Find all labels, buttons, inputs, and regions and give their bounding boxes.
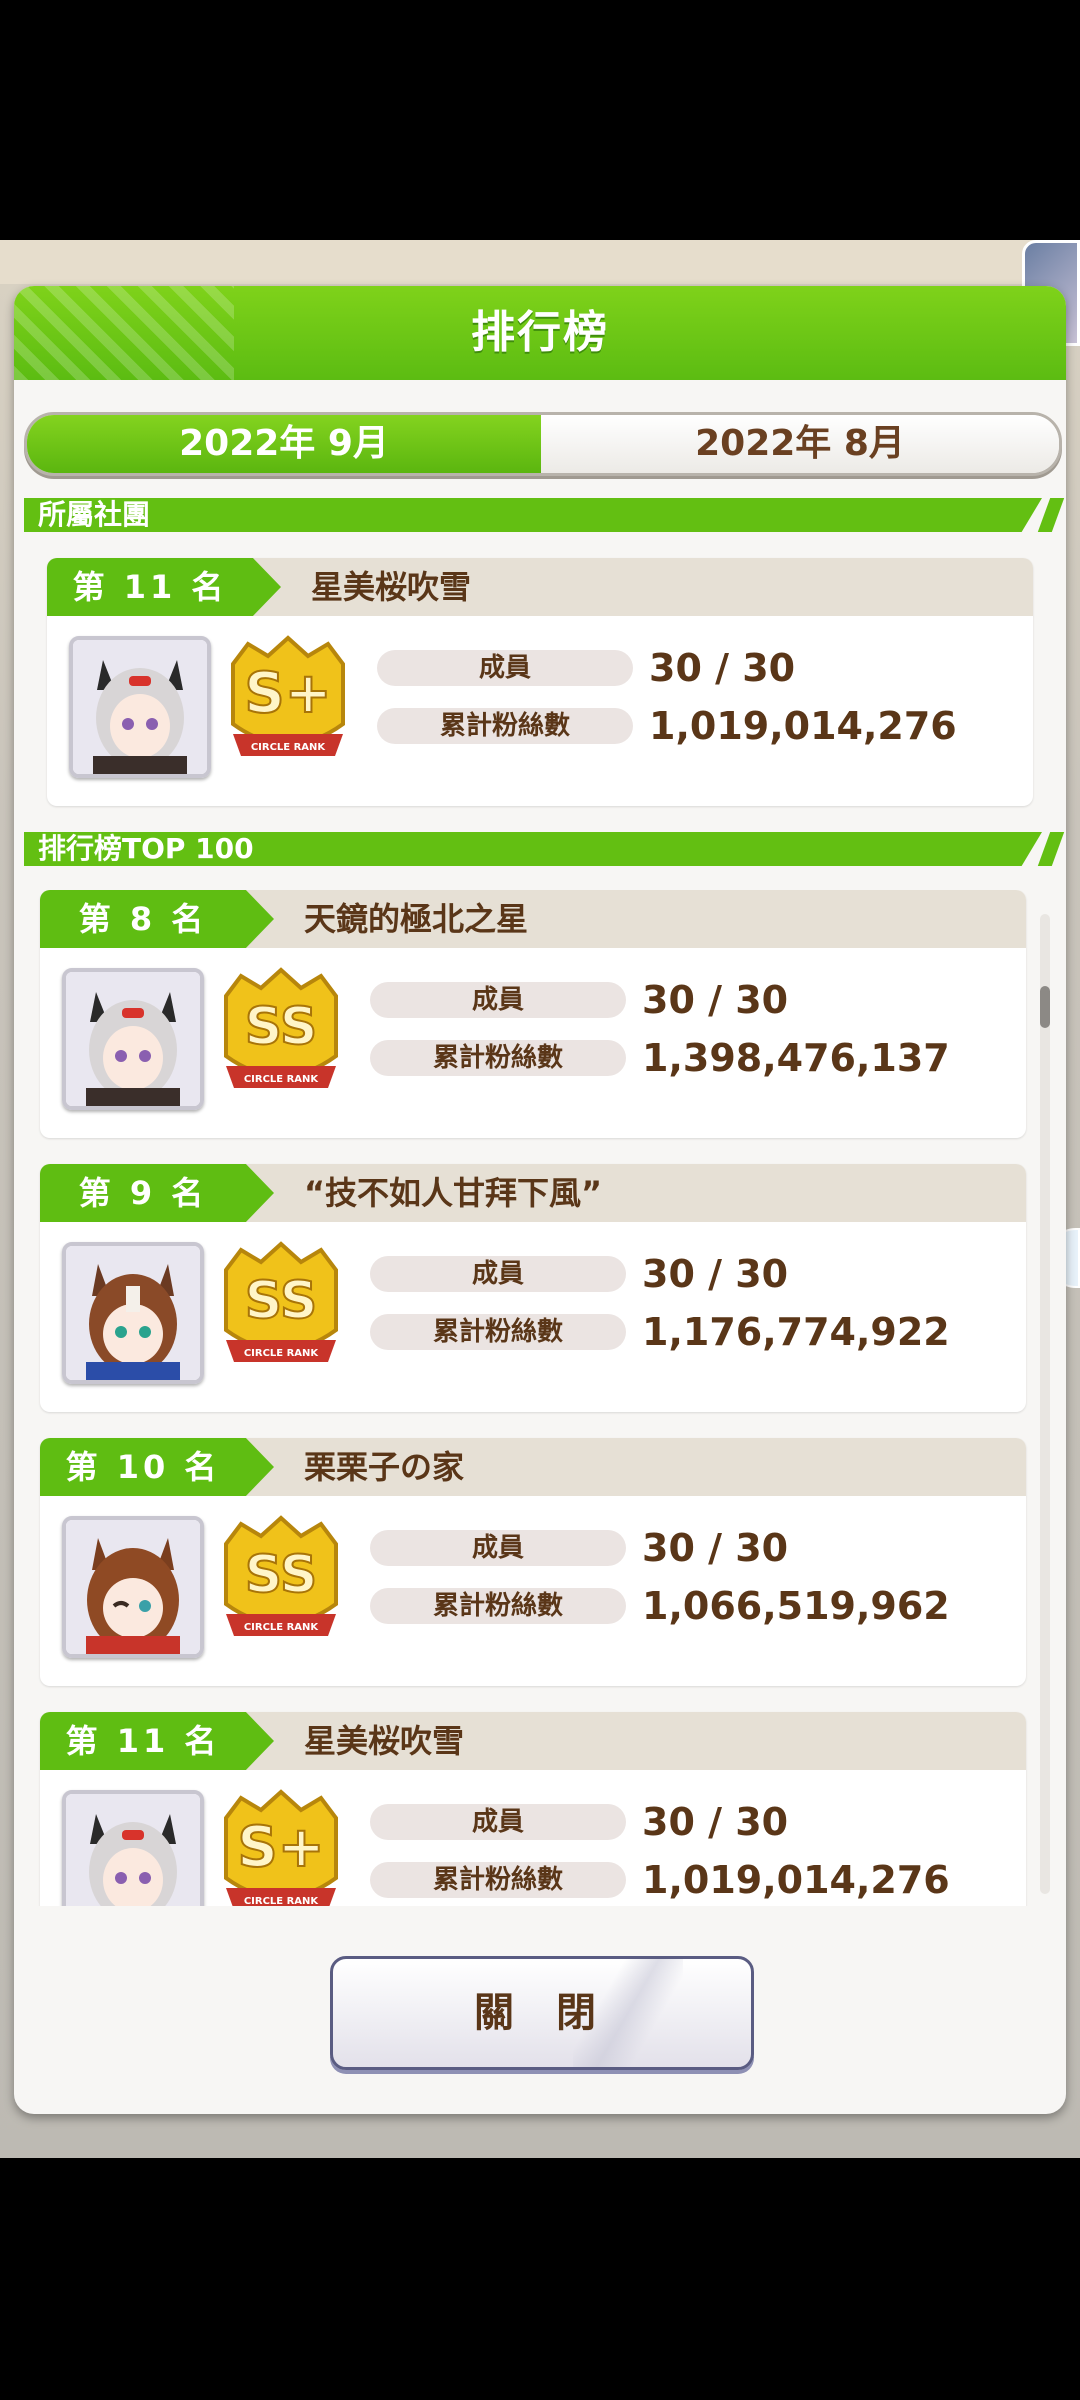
badge-text: S+ [244, 661, 331, 726]
badge-caption: CIRCLE RANK [244, 1622, 320, 1633]
close-button[interactable]: 關 閉 [330, 1956, 754, 2070]
club-name: 星美桜吹雪 [304, 1722, 465, 1760]
rank-tag: 第 8 名 [40, 890, 274, 948]
badge-text: SS [245, 1271, 318, 1331]
fans-label: 累計粉絲數 [370, 1862, 626, 1898]
badge-caption: CIRCLE RANK [244, 1896, 320, 1906]
members-label: 成員 [370, 1530, 626, 1566]
fans-value: 1,176,774,922 [642, 1310, 950, 1354]
badge-text: S+ [237, 1815, 324, 1880]
members-label: 成員 [370, 982, 626, 1018]
club-name: 星美桜吹雪 [311, 568, 472, 606]
badge-caption: CIRCLE RANK [244, 1348, 320, 1359]
badge-text: SS [245, 997, 318, 1057]
members-label: 成員 [370, 1804, 626, 1840]
members-value: 30 / 30 [642, 1252, 789, 1296]
badge-text: SS [245, 1545, 318, 1605]
card-header: 第 10 名 栗栗子の家 [40, 1438, 1026, 1496]
card-header: 第 8 名 天鏡的極北之星 [40, 890, 1026, 948]
section-header-tick [1037, 498, 1065, 532]
rank-label: 第 8 名 [78, 900, 208, 938]
rank-label: 第 11 名 [72, 568, 228, 606]
rank-tag: 第 11 名 [40, 1712, 274, 1770]
rank-tag: 第 9 名 [40, 1164, 274, 1222]
rank-label: 第 10 名 [65, 1448, 221, 1486]
club-leader-avatar [69, 636, 211, 778]
fans-value: 1,019,014,276 [649, 704, 957, 748]
card-header: 第 11 名 星美桜吹雪 [47, 558, 1033, 616]
card-header: 第 9 名 “技不如人甘拜下風” [40, 1164, 1026, 1222]
scrollbar-thumb[interactable] [1040, 986, 1050, 1028]
month-toggle: 2022年 9月 2022年 8月 [24, 412, 1062, 476]
badge-caption: CIRCLE RANK [251, 742, 327, 753]
tab-current-month[interactable]: 2022年 9月 [27, 415, 541, 473]
ranking-list[interactable]: 第 8 名 天鏡的極北之星 SS CIRCLE RANK 成員 30 / 30 累… [26, 890, 1054, 1906]
list-item[interactable]: 第 10 名 栗栗子の家 SS CIRCLE RANK 成員 30 / 30 累計… [40, 1438, 1026, 1686]
badge-caption: CIRCLE RANK [244, 1074, 320, 1085]
members-value: 30 / 30 [649, 646, 796, 690]
circle-rank-badge: S+ CIRCLE RANK [216, 1788, 346, 1906]
club-leader-avatar [62, 1516, 204, 1658]
top-section-header: 排行榜TOP 100 [24, 832, 1042, 866]
my-club-section-header: 所屬社團 [24, 498, 1042, 532]
top-section-title: 排行榜TOP 100 [38, 832, 254, 865]
circle-rank-badge: SS CIRCLE RANK [216, 1514, 346, 1650]
game-background-strip [0, 240, 1080, 284]
tab-previous-month[interactable]: 2022年 8月 [541, 415, 1059, 473]
members-label: 成員 [370, 1256, 626, 1292]
club-leader-avatar [62, 1242, 204, 1384]
close-button-label: 關 閉 [474, 1990, 610, 2036]
circle-rank-badge: S+ CIRCLE RANK [223, 634, 353, 770]
circle-rank-badge: SS CIRCLE RANK [216, 1240, 346, 1376]
rank-label: 第 9 名 [78, 1174, 208, 1212]
scrollbar-track[interactable] [1040, 914, 1050, 1894]
ranking-dialog: 排行榜 2022年 9月 2022年 8月 所屬社團 第 11 名 星美桜吹雪 … [14, 286, 1066, 2114]
fans-label: 累計粉絲數 [377, 708, 633, 744]
list-item[interactable]: 第 8 名 天鏡的極北之星 SS CIRCLE RANK 成員 30 / 30 累… [40, 890, 1026, 1138]
club-leader-avatar [62, 1790, 204, 1906]
fans-value: 1,398,476,137 [642, 1036, 950, 1080]
fans-value: 1,066,519,962 [642, 1584, 950, 1628]
list-item[interactable]: 第 11 名 星美桜吹雪 S+ CIRCLE RANK 成員 30 / 30 累計… [40, 1712, 1026, 1906]
section-header-tick [1037, 832, 1065, 866]
dialog-header: 排行榜 [14, 286, 1066, 380]
fans-label: 累計粉絲數 [370, 1588, 626, 1624]
club-name: 天鏡的極北之星 [304, 900, 529, 938]
club-leader-avatar [62, 968, 204, 1110]
dialog-title: 排行榜 [471, 307, 609, 358]
card-header: 第 11 名 星美桜吹雪 [40, 1712, 1026, 1770]
fans-label: 累計粉絲數 [370, 1040, 626, 1076]
rank-tag: 第 11 名 [47, 558, 281, 616]
circle-rank-badge: SS CIRCLE RANK [216, 966, 346, 1102]
rank-tag: 第 10 名 [40, 1438, 274, 1496]
members-value: 30 / 30 [642, 1526, 789, 1570]
fans-label: 累計粉絲數 [370, 1314, 626, 1350]
members-value: 30 / 30 [642, 978, 789, 1022]
fans-value: 1,019,014,276 [642, 1858, 950, 1902]
club-name: 栗栗子の家 [304, 1448, 465, 1486]
my-club-section-title: 所屬社團 [38, 498, 151, 531]
members-value: 30 / 30 [642, 1800, 789, 1844]
my-club-card[interactable]: 第 11 名 星美桜吹雪 S+ CIRCLE RANK 成員 30 / 30 累計… [47, 558, 1033, 806]
members-label: 成員 [377, 650, 633, 686]
rank-label: 第 11 名 [65, 1722, 221, 1760]
club-name: “技不如人甘拜下風” [304, 1174, 603, 1212]
list-item[interactable]: 第 9 名 “技不如人甘拜下風” SS CIRCLE RANK 成員 30 / 3… [40, 1164, 1026, 1412]
